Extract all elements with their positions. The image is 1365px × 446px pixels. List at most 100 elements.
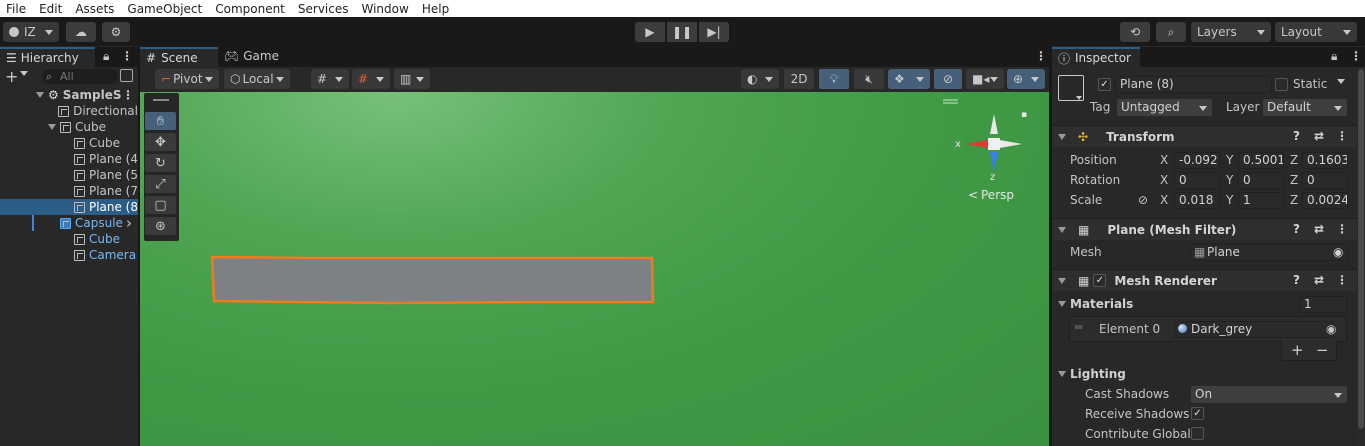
mesh-renderer-header[interactable]: ▦ ✓ Mesh Renderer ? ⇄ ⋮ [1052, 269, 1365, 291]
hierarchy-search-input[interactable]: ⌕ All [42, 69, 118, 84]
hierarchy-item[interactable]: Plane (5 [0, 167, 138, 183]
mesh-filter-header[interactable]: ▦ Plane (Mesh Filter) ? ⇄ ⋮ [1052, 218, 1365, 240]
menu-file[interactable]: File [0, 2, 33, 16]
position-z-field[interactable]: 0.1603 [1302, 152, 1348, 169]
hierarchy-item[interactable]: Plane (4 [0, 151, 138, 167]
scale-z-field[interactable]: 0.0024 [1302, 192, 1348, 209]
component-more-icon[interactable]: ⋮ [1336, 273, 1348, 287]
scrollbar-thumb[interactable] [1358, 69, 1364, 429]
cloud-button[interactable]: ☁ [66, 22, 96, 42]
grid-visibility-dropdown[interactable]: # [352, 69, 390, 89]
icon-dropdown-icon[interactable] [1076, 96, 1082, 100]
receive-shadows-checkbox[interactable]: ✓ [1191, 407, 1204, 420]
hierarchy-item[interactable]: Cube [0, 231, 138, 247]
layout-dropdown[interactable]: Layout [1275, 22, 1357, 42]
audio-toggle-button[interactable]: 🔇︎ [854, 69, 884, 89]
layer-dropdown[interactable]: Default [1263, 99, 1347, 116]
mesh-object-field[interactable]: ▦ Plane ◉ [1190, 244, 1348, 261]
position-x-field[interactable]: -0.092 [1174, 152, 1220, 169]
add-element-icon[interactable]: + [1291, 341, 1304, 359]
account-dropdown[interactable]: IZ [3, 22, 59, 42]
rotation-x-field[interactable]: 0 [1174, 172, 1220, 189]
hierarchy-item[interactable]: Plane (8 [0, 199, 138, 215]
menu-edit[interactable]: Edit [33, 2, 69, 16]
menu-component[interactable]: Component [209, 2, 292, 16]
more-options-icon[interactable]: ⋮ [121, 49, 133, 63]
tab-inspector[interactable]: ⓘ Inspector [1052, 47, 1140, 67]
object-name-field[interactable]: Plane (8) [1115, 76, 1272, 93]
rotation-y-field[interactable]: 0 [1238, 172, 1284, 189]
lighting-toggle-button[interactable]: 💡︎ [819, 69, 849, 89]
menu-window[interactable]: Window [356, 2, 416, 16]
component-more-icon[interactable]: ⋮ [1336, 129, 1348, 143]
help-icon[interactable]: ? [1293, 222, 1300, 236]
layers-dropdown[interactable]: Layers [1191, 22, 1271, 42]
scene-visibility-button[interactable]: ⊘ [934, 69, 962, 89]
cast-shadows-dropdown[interactable]: On [1191, 386, 1347, 403]
expand-arrow-icon[interactable] [36, 92, 44, 98]
remove-element-icon[interactable]: − [1316, 341, 1329, 359]
tab-hierarchy[interactable]: ☰ Hierarchy [0, 47, 95, 67]
material-object-field[interactable]: Dark_grey [1174, 321, 1334, 338]
active-checkbox[interactable]: ✓ [1098, 78, 1111, 91]
history-button[interactable]: ⟲ [1120, 22, 1150, 42]
presets-icon[interactable]: ⇄ [1314, 273, 1324, 287]
grid-snap-dropdown[interactable]: # [311, 69, 349, 89]
inspector-scrollbar[interactable] [1357, 67, 1365, 446]
pause-button[interactable]: ❚❚ [667, 22, 697, 42]
expand-arrow-icon[interactable] [48, 124, 56, 130]
rotation-z-field[interactable]: 0 [1302, 172, 1348, 189]
position-y-field[interactable]: 0.5001 [1238, 152, 1284, 169]
component-more-icon[interactable]: ⋮ [1336, 222, 1348, 236]
add-dropdown-icon[interactable] [20, 71, 28, 76]
draw-mode-dropdown[interactable]: ◐ [741, 69, 779, 89]
menu-assets[interactable]: Assets [69, 2, 121, 16]
add-icon[interactable]: + [5, 67, 18, 86]
tab-game[interactable]: 🎮︎ Game [224, 49, 279, 63]
help-icon[interactable]: ? [1293, 273, 1300, 287]
static-checkbox[interactable] [1275, 78, 1288, 91]
inspector-more-icon[interactable]: ⋮ [1350, 49, 1362, 63]
tab-scene[interactable]: # Scene [140, 47, 218, 67]
camera-dropdown[interactable]: ■◂ [966, 69, 1004, 89]
scale-y-field[interactable]: 1 [1238, 192, 1284, 209]
tag-dropdown[interactable]: Untagged [1117, 99, 1212, 116]
presets-icon[interactable]: ⇄ [1314, 129, 1324, 143]
scale-x-field[interactable]: 0.018 [1174, 192, 1220, 209]
material-picker-icon[interactable]: ◉ [1326, 322, 1336, 336]
play-button[interactable]: ▶ [635, 22, 665, 42]
gizmos-dropdown[interactable]: ⊕ [1007, 69, 1045, 89]
toggle-2d-button[interactable]: 2D [784, 69, 814, 89]
contribute-gi-checkbox[interactable] [1191, 427, 1204, 440]
scene-orientation-gizmo[interactable] [966, 114, 1022, 172]
hierarchy-item[interactable]: Cube [0, 119, 138, 135]
inspector-lock-icon[interactable]: 🔒︎ [1331, 49, 1337, 64]
scene-more-icon[interactable]: ⋮ [122, 88, 134, 102]
hierarchy-item[interactable]: Plane (7 [0, 183, 138, 199]
search-button[interactable]: ⌕ [1156, 22, 1186, 42]
local-dropdown[interactable]: ⬡ Local [224, 69, 290, 89]
filter-icon[interactable] [120, 69, 133, 82]
help-icon[interactable]: ? [1293, 129, 1300, 143]
scene-more-icon[interactable]: ⋮ [1035, 49, 1047, 63]
static-dropdown-icon[interactable] [1337, 79, 1345, 84]
increment-snap-dropdown[interactable]: ▥ [394, 69, 430, 89]
menu-gameobject[interactable]: GameObject [121, 2, 209, 16]
hierarchy-item[interactable]: Capsule › [0, 215, 138, 231]
collab-button[interactable]: ⚙ [102, 22, 130, 42]
menu-services[interactable]: Services [292, 2, 356, 16]
lighting-foldout[interactable]: Lighting [1058, 367, 1126, 381]
object-picker-icon[interactable]: ◉ [1333, 245, 1343, 260]
hierarchy-item[interactable]: Cube [0, 135, 138, 151]
materials-foldout[interactable]: Materials [1058, 297, 1133, 311]
step-button[interactable]: ▶| [699, 22, 729, 42]
presets-icon[interactable]: ⇄ [1314, 222, 1324, 236]
transform-header[interactable]: ✣ Transform ? ⇄ ⋮ [1052, 125, 1365, 147]
pivot-dropdown[interactable]: ⌐ Pivot [155, 69, 219, 89]
hierarchy-item[interactable]: Directional [0, 103, 138, 119]
menu-help[interactable]: Help [416, 2, 456, 16]
hierarchy-item[interactable]: Camera [0, 247, 138, 263]
hierarchy-item[interactable]: ⚙ SampleS ⋮ [0, 87, 138, 103]
materials-count-field[interactable]: 1 [1299, 296, 1347, 313]
prefab-open-arrow-icon[interactable]: › [126, 215, 132, 231]
